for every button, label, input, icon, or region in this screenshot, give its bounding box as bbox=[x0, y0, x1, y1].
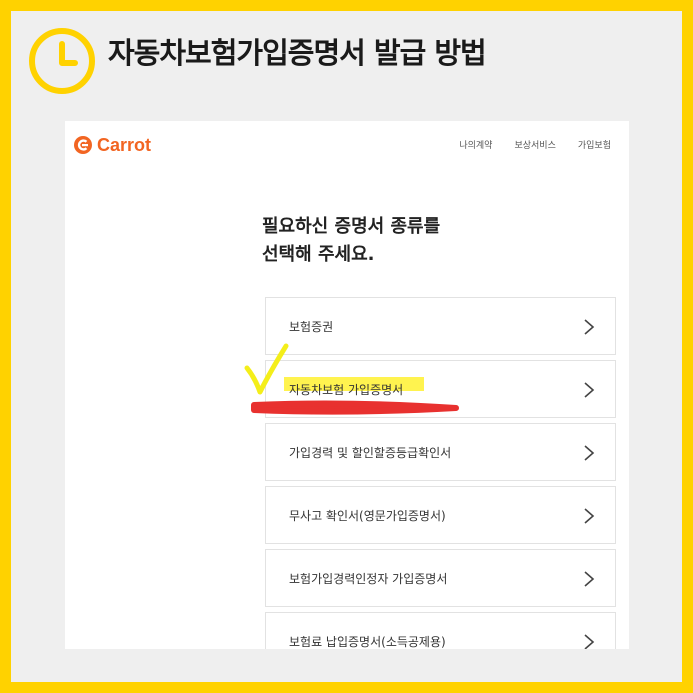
top-nav: 나의계약 보상서비스 가입보험 bbox=[459, 138, 611, 151]
cert-item-policy[interactable]: 보험증권 bbox=[265, 297, 616, 355]
cert-label: 보험증권 bbox=[289, 320, 334, 334]
clock-icon bbox=[29, 28, 95, 94]
chevron-right-icon bbox=[584, 634, 595, 649]
heading-line-1: 필요하신 증명서 종류를 bbox=[262, 216, 441, 237]
chevron-right-icon bbox=[584, 445, 595, 461]
chevron-right-icon bbox=[584, 571, 595, 587]
certificate-list: 보험증권 자동차보험 가입증명서 가입경력 및 할인할증등급확인서 무사고 확인… bbox=[265, 297, 616, 649]
page-title: 자동차보험가입증명서 발급 방법 bbox=[108, 36, 487, 70]
nav-my-insurance[interactable]: 가입보험 bbox=[578, 138, 611, 151]
section-heading: 필요하신 증명서 종류를 선택해 주세요. bbox=[262, 213, 440, 269]
chevron-right-icon bbox=[584, 382, 595, 398]
chevron-right-icon bbox=[584, 508, 595, 524]
cert-label: 가입경력 및 할인할증등급확인서 bbox=[289, 446, 452, 460]
logo-text: Carrot bbox=[97, 134, 152, 155]
cert-label: 보험료 납입증명서(소득공제용) bbox=[289, 635, 446, 649]
cert-item-career-recognition[interactable]: 보험가입경력인정자 가입증명서 bbox=[265, 549, 616, 607]
app-screenshot: Carrot 나의계약 보상서비스 가입보험 필요하신 증명서 종류를 선택해 … bbox=[65, 121, 629, 649]
nav-claim-service[interactable]: 보상서비스 bbox=[514, 138, 555, 151]
cert-item-premium-payment[interactable]: 보험료 납입증명서(소득공제용) bbox=[265, 612, 616, 649]
cert-label: 무사고 확인서(영문가입증명서) bbox=[289, 509, 446, 523]
cert-item-auto-enrollment[interactable]: 자동차보험 가입증명서 bbox=[265, 360, 616, 418]
carrot-logo[interactable]: Carrot bbox=[73, 133, 151, 157]
cert-item-no-accident[interactable]: 무사고 확인서(영문가입증명서) bbox=[265, 486, 616, 544]
nav-my-contracts[interactable]: 나의계약 bbox=[459, 138, 492, 151]
cert-item-career-discount[interactable]: 가입경력 및 할인할증등급확인서 bbox=[265, 423, 616, 481]
carrot-logo-icon bbox=[74, 136, 92, 154]
chevron-right-icon bbox=[584, 319, 595, 335]
heading-line-2: 선택해 주세요. bbox=[262, 244, 375, 265]
cert-label: 보험가입경력인정자 가입증명서 bbox=[289, 572, 448, 586]
cert-label: 자동차보험 가입증명서 bbox=[289, 383, 404, 397]
